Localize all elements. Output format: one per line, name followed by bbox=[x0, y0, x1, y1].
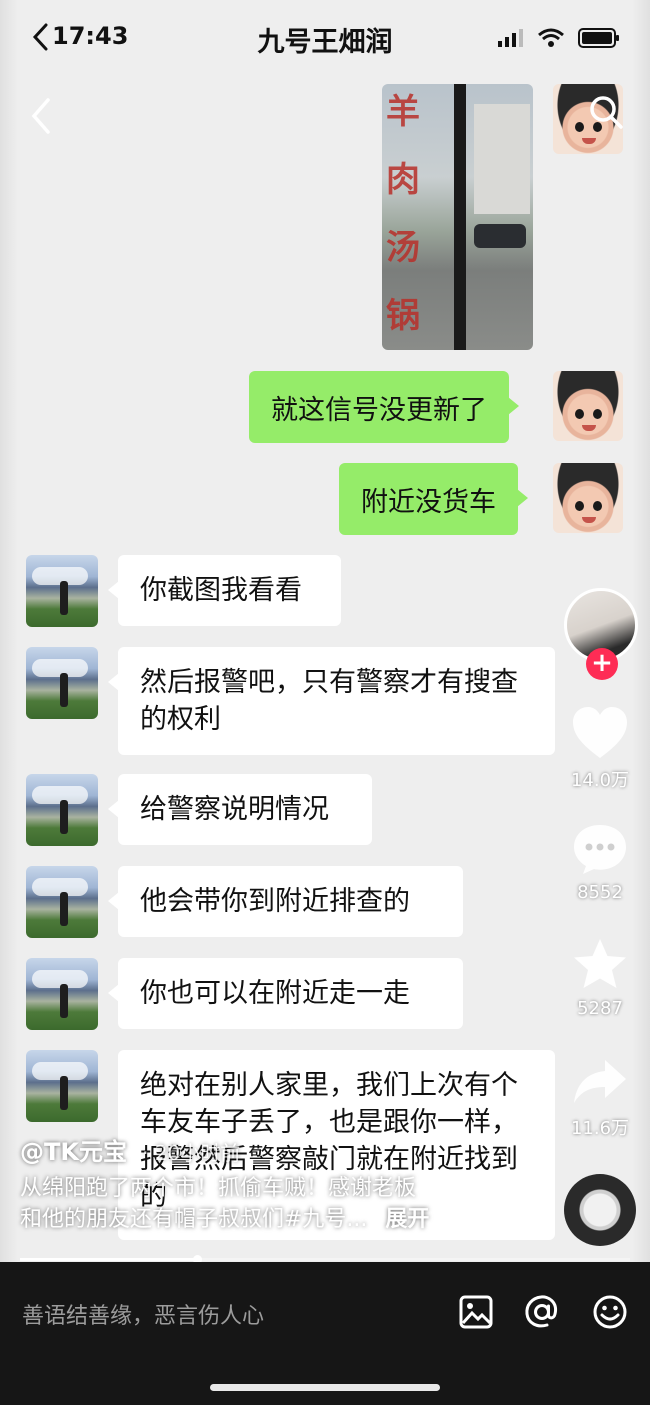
follow-button[interactable]: + bbox=[586, 648, 618, 680]
photo-message[interactable]: 羊 肉 汤 锅 bbox=[382, 84, 533, 350]
comment-count: 8552 bbox=[577, 882, 623, 903]
contact-avatar[interactable] bbox=[26, 866, 98, 938]
expand-button[interactable]: 展开 bbox=[385, 1207, 429, 1232]
received-message[interactable]: 给警察说明情况 bbox=[108, 774, 372, 845]
signal-icon bbox=[498, 29, 523, 47]
contact-avatar[interactable] bbox=[26, 958, 98, 1030]
received-message[interactable]: 然后报警吧，只有警察才有搜查的权利 bbox=[108, 647, 555, 755]
progress-fill bbox=[20, 1258, 197, 1261]
favorite-button[interactable]: 5287 bbox=[550, 936, 650, 1019]
building-shape bbox=[474, 104, 530, 214]
sign-char: 锅 bbox=[386, 296, 420, 336]
home-indicator bbox=[210, 1384, 440, 1391]
contact-avatar[interactable] bbox=[26, 1050, 98, 1122]
at-icon[interactable] bbox=[522, 1292, 562, 1332]
music-disc-icon[interactable] bbox=[564, 1174, 636, 1246]
emoji-icon[interactable] bbox=[590, 1292, 630, 1332]
chat-back-icon[interactable] bbox=[26, 96, 56, 136]
received-message[interactable]: 你截图我看看 bbox=[108, 555, 341, 626]
image-icon[interactable] bbox=[456, 1292, 496, 1332]
progress-bar[interactable] bbox=[20, 1255, 630, 1262]
like-button[interactable]: 14.0万 bbox=[550, 706, 650, 792]
favorite-count: 5287 bbox=[577, 998, 623, 1019]
sent-message[interactable]: 就这信号没更新了 bbox=[249, 371, 519, 443]
progress-knob[interactable] bbox=[192, 1255, 202, 1262]
share-count: 11.6万 bbox=[570, 1118, 630, 1139]
contact-avatar[interactable] bbox=[26, 555, 98, 627]
share-arrow-icon bbox=[574, 1060, 626, 1103]
star-icon bbox=[574, 939, 626, 988]
sign-char: 羊 bbox=[386, 92, 420, 132]
comment-button[interactable]: 8552 bbox=[550, 822, 650, 903]
car-shape bbox=[474, 224, 526, 248]
sent-message[interactable]: 附近没货车 bbox=[339, 463, 528, 535]
video-caption: @TK元宝 · 20小时前 从绵阳跑了两个市！抓偷车贼！感谢老板 和他的朋友还有… bbox=[20, 1132, 480, 1235]
received-message[interactable]: 他会带你到附近排查的 bbox=[108, 866, 463, 937]
pole-shape bbox=[454, 84, 466, 350]
heart-icon bbox=[573, 707, 627, 758]
description-text: 和他的朋友还有帽子叔叔们#九号... bbox=[20, 1207, 368, 1232]
comment-icon bbox=[574, 825, 626, 874]
sign-char: 汤 bbox=[386, 228, 420, 268]
description-line: 从绵阳跑了两个市！抓偷车贼！感谢老板 bbox=[20, 1176, 417, 1201]
author-name[interactable]: @TK元宝 bbox=[20, 1132, 127, 1167]
like-count: 14.0万 bbox=[570, 770, 630, 791]
sign-char: 肉 bbox=[386, 160, 420, 200]
description-line-2: 和他的朋友还有帽子叔叔们#九号... 展开 bbox=[20, 1204, 480, 1235]
action-rail: + 14.0万 8552 5287 11.6万 bbox=[550, 0, 650, 1262]
contact-avatar[interactable] bbox=[26, 647, 98, 719]
video-description: 从绵阳跑了两个市！抓偷车贼！感谢老板 和他的朋友还有帽子叔叔们#九号... 展开 bbox=[20, 1173, 480, 1235]
video-player[interactable]: 17:43 九号王畑润 羊 肉 汤 锅 就这信号没更新了 附近没货车 你截图我看… bbox=[0, 0, 650, 1262]
received-message[interactable]: 你也可以在附近走一走 bbox=[108, 958, 463, 1029]
contact-avatar[interactable] bbox=[26, 774, 98, 846]
post-time: · 20小时前 bbox=[142, 1141, 241, 1165]
share-button[interactable]: 11.6万 bbox=[550, 1056, 650, 1140]
comment-input[interactable]: 善语结善缘，恶言伤人心 bbox=[22, 1298, 264, 1330]
